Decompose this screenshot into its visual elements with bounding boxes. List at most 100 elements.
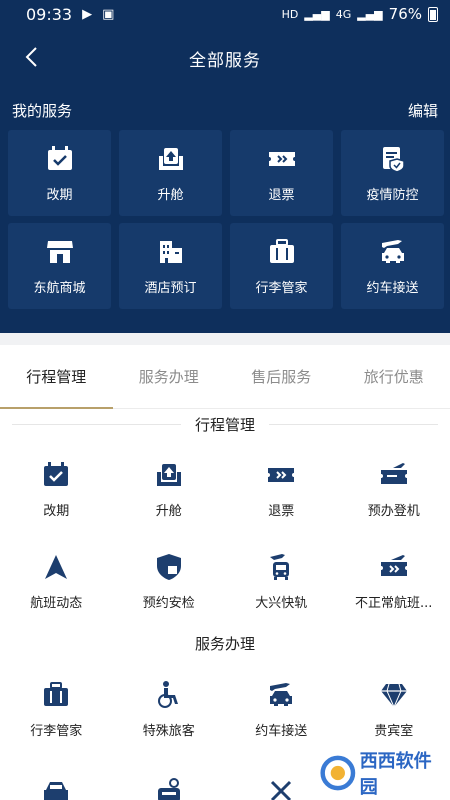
wheelchair-icon <box>157 681 178 708</box>
my-service-label: 东航商城 <box>33 280 86 296</box>
divider-strip <box>0 333 450 345</box>
section-title-text: 行程管理 <box>195 415 256 434</box>
my-service-reschedule[interactable]: 改期 <box>8 130 111 216</box>
my-service-label: 酒店预订 <box>144 280 197 296</box>
navigation-arrow-icon <box>45 555 68 579</box>
my-service-luggage[interactable]: 行李管家 <box>230 223 333 309</box>
tab-after-sales[interactable]: 售后服务 <box>225 345 338 408</box>
status-time: 09:33 <box>26 4 73 24</box>
ticket-icon <box>268 151 295 166</box>
my-services-grid: 改期 升舱 退票 疫情防控 东航商城 酒店预订 行李管家 约车接送 <box>8 130 446 309</box>
my-service-refund[interactable]: 退票 <box>230 130 333 216</box>
ticket-icon <box>268 468 295 482</box>
my-service-car[interactable]: 约车接送 <box>341 223 444 309</box>
seat-upgrade-icon <box>156 464 181 486</box>
boarding-pass-icon <box>380 463 407 484</box>
divider <box>12 423 181 425</box>
my-service-label: 行李管家 <box>255 280 308 296</box>
diamond-icon <box>380 683 407 709</box>
car-plane-icon <box>270 683 293 706</box>
battery-icon <box>428 6 438 22</box>
service-label: 大兴快轨 <box>255 596 308 611</box>
hd-indicator: HD <box>281 7 299 21</box>
service-label: 特殊旅客 <box>142 724 195 739</box>
service-label: 贵宾室 <box>374 724 414 739</box>
my-service-label: 约车接送 <box>366 280 419 296</box>
tools-icon <box>271 780 292 800</box>
service-special-passenger[interactable]: 特殊旅客 <box>113 672 226 764</box>
tab-itinerary[interactable]: 行程管理 <box>0 345 113 409</box>
car-plane-icon <box>381 239 404 263</box>
category-tabs: 行程管理 服务办理 售后服务 旅行优惠 <box>0 345 450 409</box>
service-luggage[interactable]: 行李管家 <box>0 672 113 764</box>
signal-icon: ▂▄▆ <box>304 7 330 21</box>
plane-ticket-icon <box>380 555 407 576</box>
my-service-label: 疫情防控 <box>366 187 419 203</box>
service-label: 约车接送 <box>255 724 308 739</box>
hotel-icon <box>159 240 182 263</box>
my-services-header: 我的服务 编辑 <box>12 98 438 122</box>
itinerary-grid: 改期 升舱 退票 预办登机 航班动态 预约安检 大兴快轨 不正常航班... <box>0 452 450 636</box>
service-precheckin[interactable]: 预办登机 <box>338 452 450 544</box>
network-type: 4G <box>335 7 352 21</box>
service-label: 行李管家 <box>30 724 83 739</box>
tab-service-handling[interactable]: 服务办理 <box>113 345 226 408</box>
tab-travel-offers[interactable]: 旅行优惠 <box>338 345 450 408</box>
service-label: 升舱 <box>155 504 182 519</box>
my-services-title: 我的服务 <box>12 101 73 120</box>
calendar-check-icon <box>47 145 72 170</box>
seat-upgrade-icon <box>158 147 183 170</box>
service-flight-status[interactable]: 航班动态 <box>0 544 113 636</box>
back-arrow-icon[interactable] <box>22 46 42 68</box>
watermark-logo-icon <box>320 755 356 791</box>
partial-service-car[interactable] <box>0 772 113 800</box>
luggage-icon <box>44 682 69 706</box>
calendar-check-icon <box>44 462 69 486</box>
watermark: 西西软件园 <box>320 751 440 798</box>
divider <box>269 423 439 425</box>
my-service-label: 升舱 <box>157 187 184 203</box>
title-bar: 全部服务 <box>0 36 450 80</box>
status-bar: 09:33 ▶ ▣ HD ▂▄▆ 4G ▂▄▆ 76% <box>0 0 450 28</box>
service-car-pickup[interactable]: 约车接送 <box>225 672 338 764</box>
service-irregular-flight[interactable]: 不正常航班... <box>338 544 450 636</box>
service-security-booking[interactable]: 预约安检 <box>113 544 226 636</box>
shield-document-icon <box>382 146 405 173</box>
luggage-icon <box>269 238 294 263</box>
signal-icon-2: ▂▄▆ <box>357 7 383 21</box>
train-icon <box>270 554 290 580</box>
service-reschedule[interactable]: 改期 <box>0 452 113 544</box>
image-icon: ▣ <box>102 6 115 22</box>
service-label: 预办登机 <box>367 504 420 519</box>
car-key-icon <box>157 778 180 800</box>
service-label: 预约安检 <box>142 596 195 611</box>
my-service-label: 改期 <box>46 187 73 203</box>
watermark-text: 西西软件园 <box>359 751 432 798</box>
my-service-label: 退票 <box>268 187 295 203</box>
service-upgrade[interactable]: 升舱 <box>113 452 226 544</box>
header-panel: 09:33 ▶ ▣ HD ▂▄▆ 4G ▂▄▆ 76% 全部服务 我的服务 编辑… <box>0 0 450 333</box>
battery-percent: 76% <box>388 5 422 23</box>
section-title-text: 服务办理 <box>195 634 256 653</box>
store-icon <box>46 240 73 263</box>
page-title: 全部服务 <box>189 50 261 71</box>
section-title-itinerary: 行程管理 <box>12 413 439 435</box>
my-service-epidemic[interactable]: 疫情防控 <box>341 130 444 216</box>
partial-service-key[interactable] <box>113 772 226 800</box>
service-refund[interactable]: 退票 <box>225 452 338 544</box>
my-service-hotel[interactable]: 酒店预订 <box>119 223 222 309</box>
service-label: 改期 <box>43 504 70 519</box>
my-service-upgrade[interactable]: 升舱 <box>119 130 222 216</box>
car-icon <box>44 782 69 800</box>
security-shield-icon <box>156 554 181 580</box>
service-label: 航班动态 <box>30 596 83 611</box>
section-title-service: 服务办理 <box>12 632 438 654</box>
service-daxing-express[interactable]: 大兴快轨 <box>225 544 338 636</box>
service-label: 退票 <box>268 504 295 519</box>
edit-button[interactable]: 编辑 <box>408 100 438 121</box>
divider <box>269 643 438 644</box>
service-label: 不正常航班... <box>355 596 433 611</box>
play-icon: ▶ <box>82 6 93 22</box>
my-service-mall[interactable]: 东航商城 <box>8 223 111 309</box>
divider <box>12 643 181 644</box>
